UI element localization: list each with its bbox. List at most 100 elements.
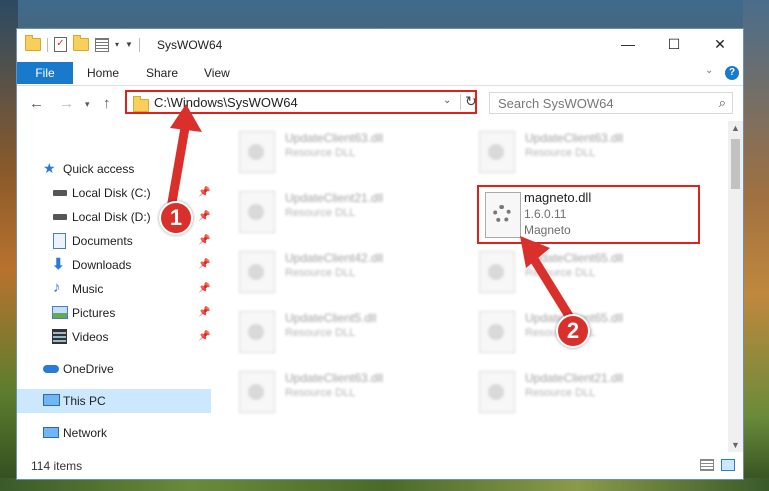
sidebar-item-music[interactable]: ♪ Music 📌 (17, 277, 211, 301)
pin-icon[interactable]: 📌 (198, 331, 210, 342)
documents-icon (53, 233, 66, 249)
maximize-button[interactable]: ☐ (651, 29, 697, 61)
step-2-badge: 2 (556, 314, 590, 348)
forward-button[interactable]: → (59, 95, 74, 112)
file-item[interactable]: UpdateClient42.dll Resource DLL (217, 245, 437, 295)
pin-icon[interactable]: 📌 (198, 283, 210, 294)
scroll-down-icon[interactable]: ▼ (731, 440, 740, 450)
sidebar-item-downloads[interactable]: ⬇ Downloads 📌 (17, 253, 211, 277)
file-item[interactable]: UpdateClient63.dll Resource DLL (457, 125, 677, 175)
arrow-to-magneto-dll (520, 236, 579, 329)
search-box[interactable]: Search SysWOW64 ⌕ (489, 92, 733, 114)
sidebar-item-label: Local Disk (C:) (72, 186, 151, 200)
pin-icon[interactable]: 📌 (198, 235, 210, 246)
dll-file-icon (485, 192, 521, 238)
sidebar-item-label: OneDrive (63, 362, 114, 376)
tab-file[interactable]: File (17, 62, 73, 84)
file-name: UpdateClient21.dll (525, 371, 624, 385)
file-type: Resource DLL (285, 267, 356, 279)
rename-icon[interactable] (95, 37, 109, 52)
sidebar-item-videos[interactable]: Videos 📌 (17, 325, 211, 349)
dll-file-icon (479, 251, 515, 293)
file-item[interactable]: UpdateClient63.dll Resource DLL (217, 365, 437, 415)
tab-share[interactable]: Share (146, 62, 178, 84)
sidebar-item-onedrive[interactable]: OneDrive (17, 357, 211, 381)
desktop-background-right (743, 0, 769, 491)
file-name: UpdateClient42.dll (285, 251, 384, 265)
file-version: 1.6.0.11 (524, 207, 567, 221)
item-count: 114 items (31, 459, 83, 473)
close-button[interactable]: ✕ (697, 29, 743, 61)
file-item[interactable]: UpdateClient21.dll Resource DLL (457, 365, 677, 415)
network-icon (43, 427, 59, 438)
pin-icon[interactable]: 📌 (198, 307, 210, 318)
dll-file-icon (239, 131, 275, 173)
new-folder-icon[interactable] (73, 35, 89, 51)
refresh-icon[interactable]: ↻ (465, 93, 477, 110)
customize-toolbar-icon[interactable]: ▼ (125, 40, 133, 49)
search-placeholder[interactable]: Search SysWOW64 (498, 96, 614, 111)
details-view-button[interactable] (700, 459, 714, 471)
dll-file-icon (479, 311, 515, 353)
file-type: Resource DLL (285, 147, 356, 159)
file-explorer-window: ✓ ▾ ▼ SysWOW64 — ☐ ✕ File Home Share Vie… (16, 28, 744, 480)
step-1-badge: 1 (159, 201, 193, 235)
sidebar-item-label: Documents (72, 234, 133, 248)
pictures-icon (52, 306, 68, 319)
file-name: UpdateClient63.dll (285, 371, 384, 385)
sidebar-item-label: This PC (63, 394, 106, 408)
tab-view[interactable]: View (204, 62, 230, 84)
dll-file-icon (239, 311, 275, 353)
title-bar: ✓ ▾ ▼ SysWOW64 — ☐ ✕ (17, 29, 743, 61)
help-icon[interactable]: ? (725, 66, 739, 80)
file-item[interactable]: UpdateClient5.dll Resource DLL (217, 305, 437, 355)
file-type: Resource DLL (285, 207, 356, 219)
music-icon: ♪ (53, 279, 61, 296)
large-icons-view-button[interactable] (721, 459, 735, 471)
chevron-down-icon[interactable]: ⌄ (443, 95, 451, 106)
folder-icon[interactable] (25, 35, 41, 51)
ribbon-tabs: File Home Share View ⌄ ? (17, 61, 743, 86)
folder-icon (133, 96, 149, 112)
back-button[interactable]: ← (29, 95, 44, 112)
properties-icon[interactable]: ✓ (54, 37, 67, 52)
recent-locations-icon[interactable]: ▾ (85, 99, 90, 110)
sidebar-item-pictures[interactable]: Pictures 📌 (17, 301, 211, 325)
sidebar-item-network[interactable]: Network (17, 421, 211, 445)
dll-file-icon (239, 371, 275, 413)
scroll-up-icon[interactable]: ▲ (731, 123, 740, 133)
file-name: UpdateClient63.dll (285, 131, 384, 145)
search-icon[interactable]: ⌕ (719, 95, 726, 111)
tab-home[interactable]: Home (87, 62, 119, 84)
expand-ribbon-icon[interactable]: ⌄ (705, 65, 713, 76)
computer-icon (43, 394, 60, 406)
navigation-bar: ← → ▾ ↑ C:\Windows\SysWOW64 ⌄ ↻ Search S… (17, 86, 743, 120)
dll-file-icon (479, 371, 515, 413)
sidebar-item-label: Pictures (72, 306, 116, 320)
vertical-scrollbar[interactable]: ▲ ▼ (728, 121, 743, 452)
sidebar-item-this-pc[interactable]: This PC (17, 389, 211, 413)
toolbar-separator (47, 37, 48, 52)
file-list: UpdateClient63.dll Resource DLL UpdateCl… (217, 121, 728, 452)
dll-file-icon (479, 131, 515, 173)
file-type: Resource DLL (285, 387, 356, 399)
scrollbar-thumb[interactable] (731, 139, 740, 189)
minimize-button[interactable]: — (605, 29, 651, 61)
file-name: UpdateClient21.dll (285, 191, 384, 205)
pin-icon[interactable]: 📌 (198, 259, 210, 270)
up-button[interactable]: ↑ (103, 95, 111, 112)
chevron-down-icon[interactable]: ▾ (115, 40, 119, 49)
file-name: UpdateClient5.dll (285, 311, 377, 325)
dll-file-icon (239, 191, 275, 233)
sidebar-item-label: Downloads (72, 258, 132, 272)
file-item[interactable]: UpdateClient21.dll Resource DLL (217, 185, 437, 235)
file-item[interactable]: UpdateClient63.dll Resource DLL (217, 125, 437, 175)
status-bar: 114 items (17, 452, 743, 479)
sidebar-item-label: Music (72, 282, 104, 296)
address-separator (460, 94, 461, 110)
window-title: SysWOW64 (157, 38, 223, 52)
toolbar-separator (138, 37, 140, 52)
sidebar-item-label: Videos (72, 330, 109, 344)
file-type: Resource DLL (525, 147, 596, 159)
dll-file-icon (239, 251, 275, 293)
